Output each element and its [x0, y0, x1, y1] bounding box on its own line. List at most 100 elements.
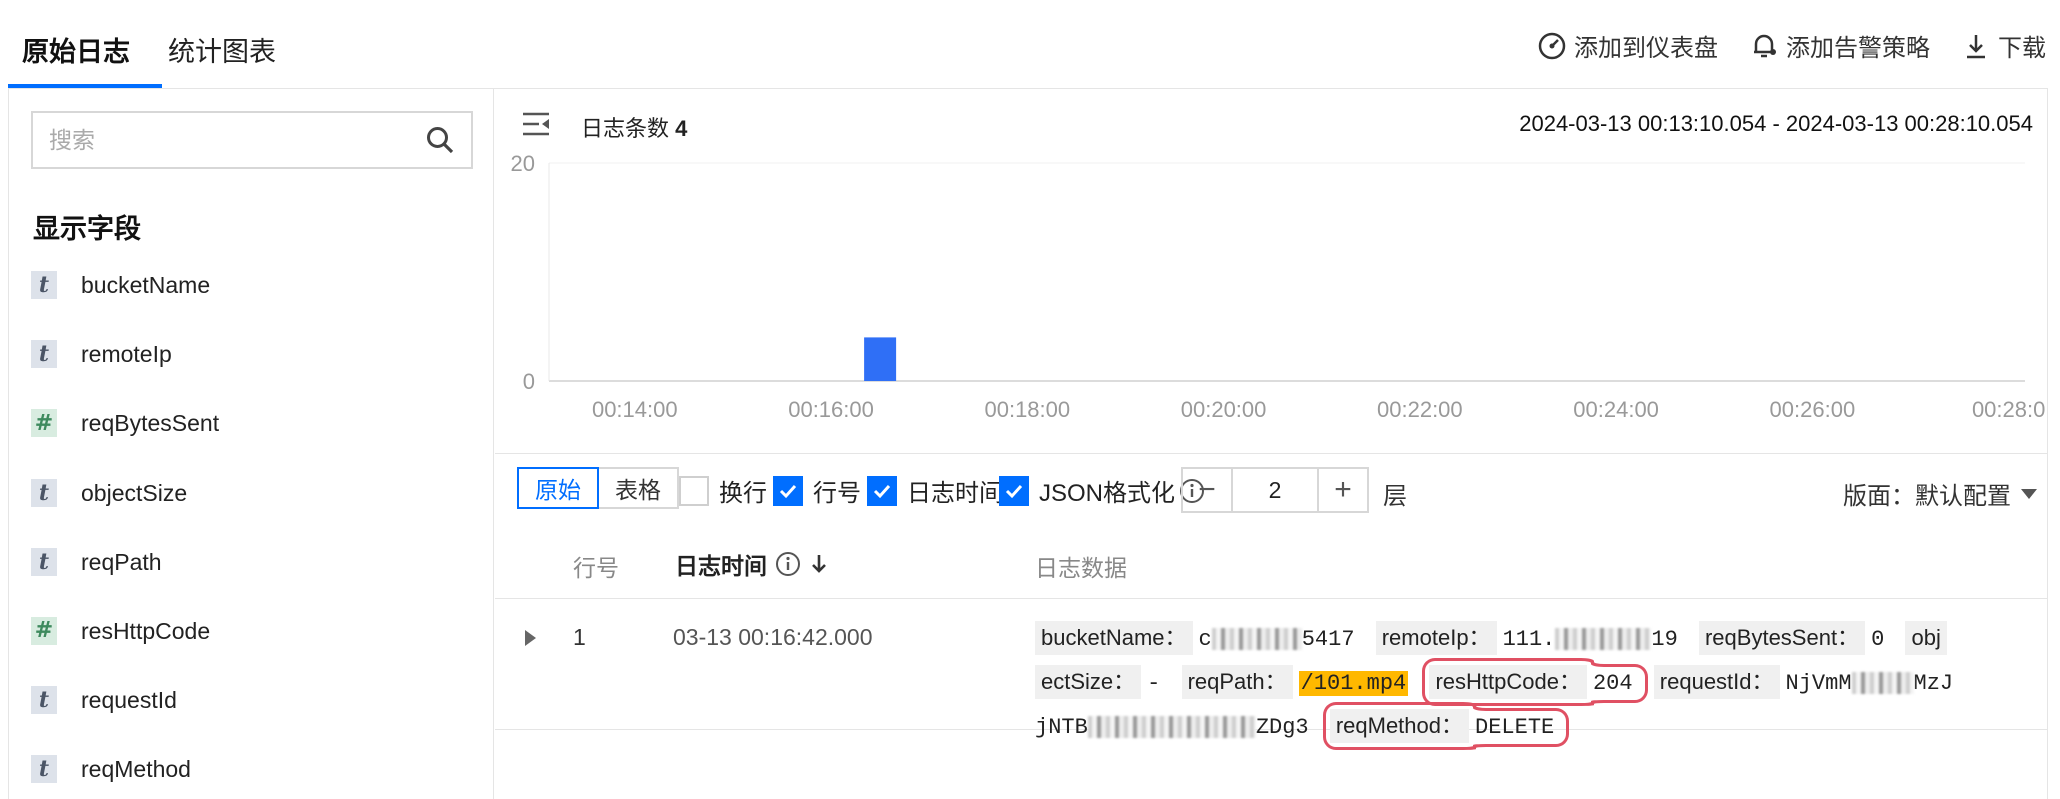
field-name: objectSize [81, 479, 188, 506]
log-key-reqBytesSent[interactable]: reqBytesSent： [1698, 621, 1866, 655]
text-type-icon: t [31, 686, 57, 715]
x-tick-label: 00:18:00 [984, 397, 1070, 422]
log-value-objectSize: - [1147, 671, 1161, 696]
top-actions: 添加到仪表盘 添加告警策略 下载 [1536, 28, 2046, 63]
info-icon[interactable] [775, 551, 801, 577]
expand-row-icon[interactable] [525, 630, 536, 646]
field-item-reqMethod[interactable]: t reqMethod [31, 755, 219, 799]
column-header-line-no: 行号 [573, 555, 619, 581]
json-format-checkbox[interactable]: JSON格式化 [999, 473, 1205, 508]
log-value-requestId-part2: jNTB ZDg3 [1035, 715, 1309, 740]
text-type-icon: t [31, 755, 57, 784]
row-number: 1 [573, 624, 586, 650]
dashboard-icon [1538, 32, 1566, 59]
y-tick-label: 0 [523, 369, 535, 394]
search-icon[interactable] [425, 125, 455, 155]
text-type-icon: t [31, 547, 57, 576]
highlight-box-reqMethod: reqMethod： DELETE [1322, 708, 1570, 747]
field-name: remoteIp [81, 341, 172, 368]
column-header-log-time[interactable]: 日志时间 [675, 547, 829, 581]
depth-unit-label: 层 [1383, 483, 1407, 510]
histogram-bar [864, 337, 897, 381]
field-search-box[interactable] [31, 111, 473, 169]
row-log-time: 03-13 00:16:42.000 [673, 624, 873, 650]
display-fields-title: 显示字段 [33, 214, 141, 244]
time-range: 2024-03-13 00:13:10.054 - 2024-03-13 00:… [1519, 111, 2033, 136]
wrap-checkbox[interactable]: 换行 [679, 473, 767, 508]
checkmark-icon [867, 475, 897, 506]
tab-raw-logs[interactable]: 原始日志 [22, 30, 130, 69]
add-alarm-policy-button[interactable]: 添加告警策略 [1748, 28, 1930, 63]
tab-stat-charts[interactable]: 统计图表 [168, 30, 276, 69]
view-mode-switch: 原始 表格 [517, 467, 679, 509]
increment-button[interactable]: + [1319, 469, 1367, 511]
text-type-icon: t [31, 340, 57, 369]
checkmark-icon [999, 475, 1029, 506]
log-value-reqMethod: DELETE [1475, 715, 1555, 740]
log-histogram-chart: 0 20 00:14:00 00:16:00 00:18:00 00:20:00 00:22… [511, 151, 2046, 422]
x-tick-label: 00:14:00 [592, 397, 678, 422]
field-item-remoteIp[interactable]: t remoteIp [31, 340, 219, 409]
chart-divider [495, 453, 2048, 454]
log-count-value: 4 [675, 116, 688, 141]
table-row: 1 03-13 00:16:42.000 bucketName： c 5417 re… [495, 600, 2048, 747]
log-key-bucketName[interactable]: bucketName： [1035, 621, 1193, 655]
log-value-reqBytesSent: 0 [1871, 627, 1885, 652]
log-key-reqPath[interactable]: reqPath： [1181, 665, 1293, 699]
field-name: reqBytesSent [81, 410, 220, 437]
field-search-input[interactable] [49, 126, 425, 154]
field-name: resHttpCode [81, 617, 211, 644]
field-item-requestId[interactable]: t requestId [31, 686, 219, 755]
decrement-button[interactable]: − [1183, 469, 1231, 511]
bell-icon [1754, 34, 1776, 57]
add-to-dashboard-button[interactable]: 添加到仪表盘 [1536, 28, 1718, 63]
field-name: reqMethod [81, 756, 191, 783]
download-button[interactable]: 下载 [1960, 28, 2046, 63]
log-time-header-label: 日志时间 [675, 553, 767, 579]
collapse-sidebar-icon[interactable] [521, 111, 551, 137]
sort-descending-icon[interactable] [809, 552, 829, 576]
number-type-icon: # [31, 409, 57, 438]
view-raw-button[interactable]: 原始 [517, 467, 599, 509]
field-sidebar: 显示字段 t bucketName t remoteIp # reqBytesS… [8, 89, 494, 799]
layout-label: 版面：默认配置 [1843, 483, 2011, 510]
json-format-label: JSON格式化 [1039, 480, 1176, 507]
view-table-button[interactable]: 表格 [599, 467, 679, 509]
log-value-bucketName: c 5417 [1198, 627, 1355, 652]
checkmark-icon [773, 475, 803, 506]
field-item-reqPath[interactable]: t reqPath [31, 547, 219, 617]
log-key-objectSize-part1[interactable]: obj [1905, 621, 1947, 655]
x-tick-label: 00:24:00 [1573, 397, 1659, 422]
unchecked-box-icon [679, 475, 709, 506]
log-key-requestId[interactable]: requestId： [1653, 665, 1780, 699]
x-tick-label: 00:22:00 [1377, 397, 1463, 422]
log-key-objectSize-part2[interactable]: ectSize： [1035, 665, 1142, 699]
layout-dropdown[interactable]: 版面：默认配置 [1843, 476, 2037, 511]
line-number-checkbox[interactable]: 行号 [773, 473, 861, 508]
top-tabs: 原始日志 统计图表 添加到仪表盘 添加告警策略 下载 [0, 0, 2060, 89]
number-type-icon: # [31, 616, 57, 645]
field-item-objectSize[interactable]: t objectSize [31, 478, 219, 548]
log-key-remoteIp[interactable]: remoteIp： [1375, 621, 1497, 655]
field-item-bucketName[interactable]: t bucketName [31, 271, 219, 340]
log-key-resHttpCode[interactable]: resHttpCode： [1429, 665, 1587, 699]
field-name: reqPath [81, 548, 162, 575]
add-to-dashboard-label: 添加到仪表盘 [1574, 35, 1718, 62]
field-list: t bucketName t remoteIp # reqBytesSent t… [31, 271, 219, 799]
depth-stepper: − 2 + [1181, 467, 1369, 513]
text-type-icon: t [31, 478, 57, 507]
field-item-reqBytesSent[interactable]: # reqBytesSent [31, 409, 219, 478]
field-name: requestId [81, 687, 177, 714]
x-tick-label: 00:20:00 [1181, 397, 1267, 422]
log-value-remoteIp: 111. 19 [1502, 627, 1678, 652]
log-time-checkbox[interactable]: 日志时间 [867, 473, 1003, 508]
text-type-icon: t [31, 271, 57, 299]
field-name: bucketName [81, 272, 211, 298]
log-count-label: 日志条数 [581, 116, 670, 141]
log-key-reqMethod[interactable]: reqMethod： [1329, 709, 1470, 743]
wrap-label: 换行 [719, 480, 767, 507]
log-value-reqPath-highlighted: /101.mp4 [1298, 671, 1409, 696]
depth-input[interactable]: 2 [1231, 469, 1319, 511]
field-item-resHttpCode[interactable]: # resHttpCode [31, 616, 219, 686]
view-toolbar: 原始 表格 换行 行号 日志时间 JSON格式化 − 2 + 层 版面：默认配置 [517, 467, 2037, 513]
